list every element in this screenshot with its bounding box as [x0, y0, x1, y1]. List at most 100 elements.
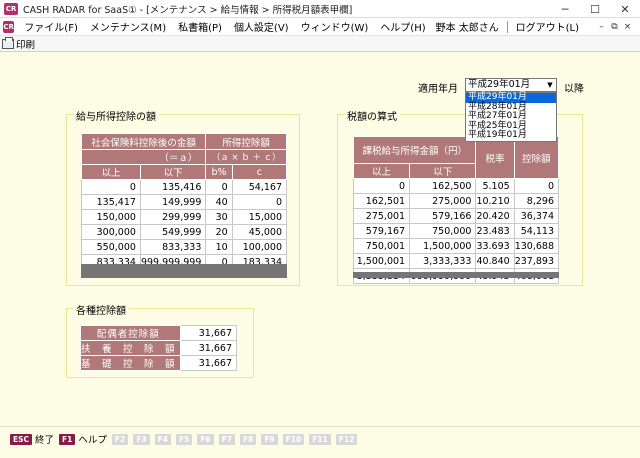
cell: 130,688 [513, 238, 560, 254]
cell: 31,667 [179, 355, 238, 371]
fkey-f10: F10 [282, 433, 305, 445]
fkey-label: 終了 [35, 435, 55, 446]
cell: 149,999 [139, 194, 207, 210]
menu-mailbox[interactable]: 私書箱(P) [172, 19, 228, 34]
menu-bar: CR ファイル(F) メンテナンス(M) 私書箱(P) 個人設定(V) ウィンド… [0, 18, 640, 36]
function-key-bar: ESC 終了 F1 ヘルプ F2 F3 F4 F5 F6 F7 F8 F9 F1… [0, 426, 640, 458]
fkey-badge: F9 [261, 433, 278, 445]
fkey-badge: F1 [59, 433, 76, 445]
period-selected-value: 平成29年01月 [468, 79, 531, 90]
table-row: 579,167 750,000 23.483 54,113 [352, 223, 560, 239]
header-income: 課税給与所得金額（円） [352, 136, 477, 164]
print-label: 印刷 [16, 39, 36, 51]
cell: 135,416 [139, 179, 207, 195]
col-from: 以上 [81, 164, 141, 180]
mdi-restore-button[interactable]: ⧉ [608, 20, 621, 33]
cell: 45,000 [231, 224, 288, 240]
fkey-f3: F3 [133, 433, 150, 445]
table-row: 550,000 833,333 10 100,000 [81, 239, 288, 255]
col-b: b% [205, 164, 233, 180]
header-amount: 社会保険料控除後の金額 [80, 133, 207, 150]
cell: 579,166 [409, 208, 477, 224]
fkey-badge: F5 [175, 433, 193, 445]
row-label: 基 礎 控 除 額 [80, 355, 181, 371]
table-row: 162,501 275,000 10.210 8,296 [352, 193, 560, 209]
header-deduction: 所得控除額 [205, 133, 287, 150]
cell: 0 [81, 179, 141, 195]
table-row: 1,500,001 3,333,333 40.840 237,893 [352, 253, 560, 269]
row-label: 扶 養 控 除 額 [80, 340, 181, 356]
app-menu-icon[interactable]: CR [3, 20, 15, 33]
cell: 36,374 [513, 208, 560, 224]
salary-deduction-title: 給与所得控除の額 [73, 108, 159, 123]
fkey-f7: F7 [218, 433, 235, 445]
cell: 30 [205, 209, 233, 225]
fkey-f6: F6 [197, 433, 214, 445]
fkey-badge: F4 [154, 433, 171, 445]
mdi-controls: – ⧉ × [595, 20, 634, 33]
misc-deduction-title: 各種控除額 [73, 302, 129, 317]
tax-calc-table: 課税給与所得金額（円） 税率 控除額 以上 以下 0 162,500 5.105… [352, 136, 560, 284]
window-controls: ─ ☐ ✕ [550, 0, 640, 18]
fkey-esc[interactable]: ESC 終了 [10, 432, 54, 446]
table-row: 135,417 149,999 40 0 [81, 194, 288, 210]
fkey-f12: F12 [335, 433, 358, 445]
table-row: 0 162,500 5.105 0 [352, 178, 560, 194]
mdi-minimize-button[interactable]: – [595, 20, 608, 33]
period-select[interactable]: 平成29年01月 ▼ [465, 78, 557, 92]
printer-icon [2, 36, 14, 49]
menu-personal-settings[interactable]: 個人設定(V) [228, 19, 295, 34]
close-button[interactable]: ✕ [610, 0, 640, 18]
table-row: 150,000 299,999 30 15,000 [81, 209, 288, 225]
maximize-button[interactable]: ☐ [580, 0, 610, 18]
salary-deduction-table: 社会保険料控除後の金額 所得控除額 （＝ａ） （ａ × ｂ ＋ ｃ） 以上 以下… [80, 133, 288, 270]
fkey-f5: F5 [175, 433, 193, 445]
cell: 33.693 [475, 238, 515, 254]
period-suffix: 以降 [564, 84, 584, 95]
cell: 0 [231, 194, 288, 210]
period-option[interactable]: 平成19年01月 [466, 130, 556, 141]
cell: 0 [513, 178, 560, 194]
fkey-label: ヘルプ [78, 435, 107, 446]
logout-button[interactable]: ログアウト(L) [512, 19, 583, 34]
print-button[interactable]: 印刷 [2, 36, 36, 51]
menu-window[interactable]: ウィンドウ(W) [295, 19, 375, 34]
menu-help[interactable]: ヘルプ(H) [374, 19, 431, 34]
menu-file[interactable]: ファイル(F) [18, 19, 84, 34]
col-from: 以上 [352, 163, 411, 179]
table-row: 基 礎 控 除 額 31,667 [80, 355, 238, 371]
fkey-badge: F6 [197, 433, 214, 445]
cell: 150,000 [81, 209, 141, 225]
menu-divider [506, 20, 508, 33]
minimize-button[interactable]: ─ [550, 0, 580, 18]
fkey-badge: F12 [335, 433, 358, 445]
col-to: 以下 [139, 164, 207, 180]
cell: 0 [352, 178, 411, 194]
cell: 54,167 [231, 179, 288, 195]
fkey-f2: F2 [111, 433, 129, 445]
fkey-badge: F2 [111, 433, 129, 445]
cell: 15,000 [231, 209, 288, 225]
cell: 40.840 [475, 253, 515, 269]
col-to: 以下 [409, 163, 477, 179]
fkey-badge: F3 [133, 433, 150, 445]
menu-maintenance[interactable]: メンテナンス(M) [84, 19, 172, 34]
fkey-badge: F11 [309, 433, 331, 445]
cell: 54,113 [513, 223, 560, 239]
col-c: c [231, 164, 288, 180]
table-row: 扶 養 控 除 額 31,667 [80, 340, 238, 356]
misc-deduction-table: 配偶者控除額 31,667 扶 養 控 除 額 31,667 基 礎 控 除 額… [80, 325, 238, 371]
cell: 40 [205, 194, 233, 210]
fkey-badge: F10 [282, 433, 305, 445]
cell: 550,000 [81, 239, 141, 255]
app-logo-icon: CR [4, 2, 18, 15]
cell: 10 [205, 239, 233, 255]
fkey-f4: F4 [154, 433, 171, 445]
fkey-f1[interactable]: F1 ヘルプ [59, 432, 107, 446]
cell: 750,000 [409, 223, 477, 239]
window-title: CASH RADAR for SaaS① - [メンテナンス > 給与情報 > … [23, 4, 353, 16]
fkey-f11: F11 [309, 433, 331, 445]
mdi-close-button[interactable]: × [621, 20, 634, 33]
header-deduction-sub: （ａ × ｂ ＋ ｃ） [205, 149, 287, 165]
table-row: 275,001 579,166 20.420 36,374 [352, 208, 560, 224]
